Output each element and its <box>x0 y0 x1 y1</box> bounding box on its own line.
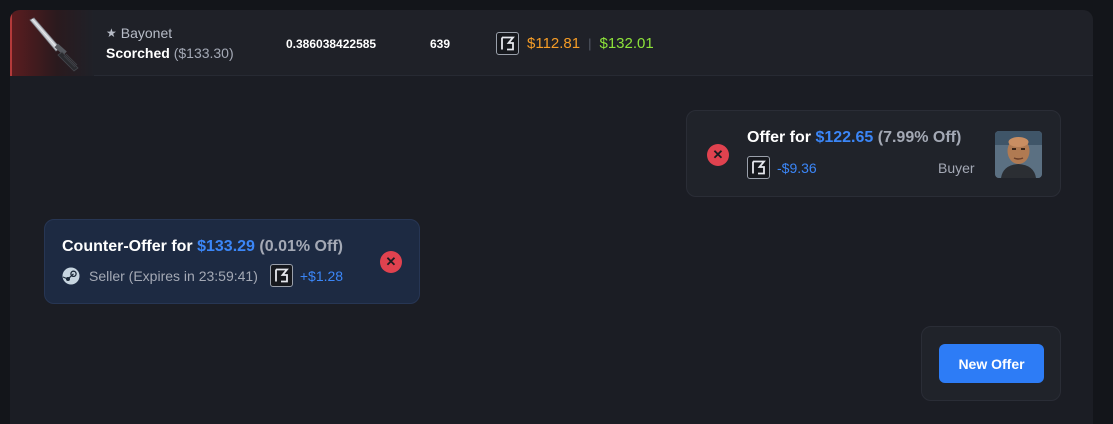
price-separator: | <box>588 36 592 51</box>
counter-offer-price-difference: +$1.28 <box>299 267 344 284</box>
item-wear: Scorched ($133.30) <box>106 45 234 61</box>
item-name-block: ★ Bayonet Scorched ($133.30) <box>106 25 234 61</box>
buyer-avatar[interactable] <box>995 131 1042 178</box>
reject-offer-button[interactable]: ✕ <box>707 144 729 166</box>
new-offer-button[interactable]: New Offer <box>939 344 1044 383</box>
star-icon: ★ <box>106 26 117 40</box>
marketplace-logo-icon[interactable] <box>747 156 770 179</box>
pattern-index: 639 <box>430 37 451 51</box>
counter-offer-amount: $133.29 <box>197 238 255 255</box>
marketplace-logo-icon[interactable] <box>496 32 519 55</box>
offer-price-difference: -$9.36 <box>777 159 817 176</box>
lowest-price: $112.81 <box>527 35 581 52</box>
offer-title-prefix: Offer for <box>747 129 811 146</box>
counter-offer-discount: (0.01% Off) <box>259 238 343 255</box>
marketplace-logo-icon[interactable] <box>269 264 293 287</box>
counter-offer-card: Counter-Offer for $133.29 (0.01% Off) Se… <box>44 219 420 304</box>
counter-offer-title: Counter-Offer for $133.29 (0.01% Off) <box>62 238 343 256</box>
counter-offer-title-prefix: Counter-Offer for <box>62 238 193 255</box>
offer-title: Offer for $122.65 (7.99% Off) <box>747 129 961 147</box>
offer-discount: (7.99% Off) <box>877 129 962 146</box>
item-name: ★ Bayonet <box>106 25 234 41</box>
item-row: ★ Bayonet Scorched ($133.30) 0.386038422… <box>10 10 1093 76</box>
item-thumbnail <box>10 10 94 76</box>
seller-expiry-label: Seller (Expires in 23:59:41) <box>89 267 258 284</box>
buyer-role-label: Buyer <box>938 160 975 176</box>
offer-history-panel: ★ Bayonet Scorched ($133.30) 0.386038422… <box>10 10 1093 424</box>
new-offer-container: New Offer <box>921 326 1061 401</box>
reject-counter-offer-button[interactable]: ✕ <box>380 251 402 273</box>
steam-icon <box>62 267 80 284</box>
float-value: 0.386038422585 <box>286 37 377 51</box>
counter-offer-details: Seller (Expires in 23:59:41) +$1.28 <box>62 264 343 287</box>
buyer-avatar-photo <box>995 131 1042 178</box>
item-name-label: Bayonet <box>120 25 173 41</box>
buyer-offer-card: ✕ Offer for $122.65 (7.99% Off) -$9.36 B… <box>686 110 1061 197</box>
item-wear-label: Scorched <box>106 45 170 61</box>
highest-price: $132.01 <box>599 35 654 52</box>
price-range: $112.81 | $132.01 <box>496 32 654 55</box>
offer-details: -$9.36 <box>747 156 817 179</box>
bayonet-knife-image <box>29 17 79 72</box>
offer-amount: $122.65 <box>815 129 874 146</box>
reference-price: ($133.30) <box>173 45 234 61</box>
